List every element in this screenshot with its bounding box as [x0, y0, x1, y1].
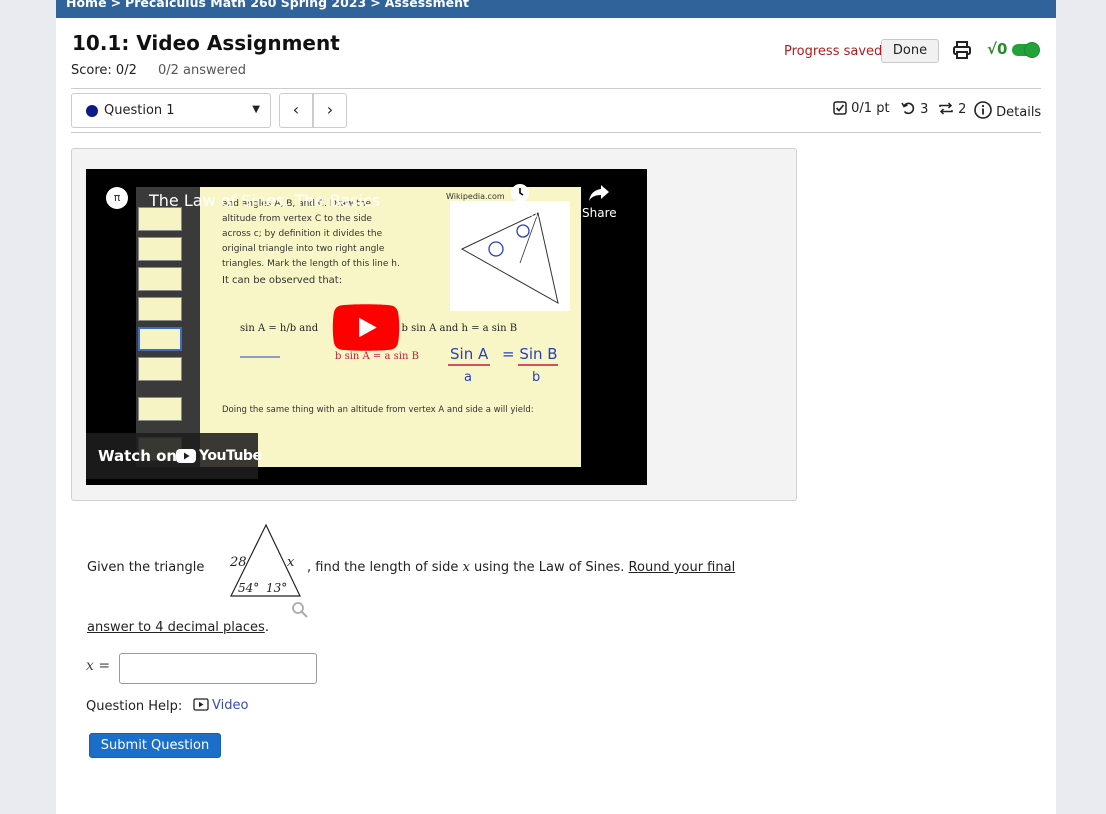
slide-thumbnails — [136, 187, 200, 467]
retry-icon — [901, 102, 915, 115]
question-period: . — [264, 620, 269, 635]
question-text: , find the length of side x using the La… — [307, 560, 735, 575]
svg-text:= b sin A and h = a sin B: = b sin A and h = a sin B — [390, 323, 517, 334]
question-text-line-2: answer to 4 decimal places. — [87, 620, 269, 635]
retries-count: 3 — [920, 102, 929, 117]
rounding-instruction-2: answer to 4 decimal places — [87, 620, 265, 635]
divider — [71, 132, 1041, 133]
progress-saved-status: Progress saved — [784, 44, 883, 59]
question-select-label: Question 1 — [104, 103, 175, 118]
answer-input[interactable] — [119, 653, 317, 684]
breadcrumb: Home > Precalculus Math 260 Spring 2023 > As… — [56, 0, 1056, 18]
watch-later-label: Watch later — [486, 206, 555, 220]
video-title[interactable]: The Law of Sines: The Basics — [149, 191, 380, 210]
slide-line: It can be observed that: — [222, 275, 343, 286]
slide-line: across c; by definition it divides the — [222, 229, 383, 239]
youtube-logo-icon — [176, 449, 196, 463]
retries-indicator: 3 — [901, 101, 928, 121]
tries-indicator: 2 — [938, 101, 966, 121]
points-indicator: 0/1 pt — [833, 101, 890, 121]
question-suffix-after: using the Law of Sines. — [474, 560, 625, 575]
tries-count: 2 — [958, 102, 967, 117]
breadcrumb-separator: > — [370, 0, 381, 10]
previous-question-button[interactable]: ‹ — [279, 93, 313, 128]
help-video-label: Video — [212, 698, 249, 713]
slide-thumbnail — [138, 297, 182, 321]
watch-on-youtube-button[interactable]: Watch on YouTube — [86, 433, 262, 479]
toggle-knob — [1024, 42, 1040, 58]
svg-text:Sin A: Sin A — [450, 345, 489, 363]
question-select[interactable]: Question 1 ▼ — [71, 93, 271, 128]
breadcrumb-separator: > — [110, 0, 122, 10]
score-text: Score: 0/2 — [71, 63, 137, 78]
details-label: Details — [996, 105, 1042, 120]
svg-text:a: a — [464, 370, 472, 385]
question-prefix: Given the triangle — [87, 560, 205, 575]
rounding-instruction-1: Round your final — [628, 560, 736, 575]
next-question-button[interactable]: › — [313, 93, 347, 128]
breadcrumb-home[interactable]: Home — [66, 0, 107, 10]
assessment-page: Home > Precalculus Math 260 Spring 2023 > As… — [56, 0, 1056, 814]
share-icon — [589, 185, 610, 201]
slide-thumbnail — [138, 327, 182, 351]
caret-down-icon: ▼ — [252, 104, 260, 115]
answer-label: x = — [86, 658, 111, 674]
math-entry-icon[interactable]: √0 — [987, 40, 1007, 58]
question-suffix: , find the length of side — [307, 560, 459, 575]
svg-text:b sin A = a sin B: b sin A = a sin B — [335, 351, 419, 362]
math-entry-toggle[interactable] — [1012, 42, 1040, 58]
slide-thumbnail — [138, 357, 182, 381]
watch-on-label: Watch on — [98, 447, 178, 465]
page-title: 10.1: Video Assignment — [72, 31, 340, 55]
info-icon — [974, 101, 992, 119]
question-status-dot — [86, 105, 98, 117]
svg-text:sin A = h/b and: sin A = h/b and — [240, 323, 319, 334]
checkbox-icon — [833, 101, 847, 115]
slide-thumbnail — [138, 267, 182, 291]
share-label: Share — [582, 206, 617, 220]
triangle-right-side: x — [287, 555, 295, 570]
slide-line: triangles. Mark the length of this line … — [222, 259, 400, 269]
play-icon[interactable] — [332, 304, 400, 351]
done-button[interactable]: Done — [881, 39, 939, 63]
svg-text:= Sin B: = Sin B — [502, 345, 558, 363]
slide-line: original triangle into two right angle — [222, 244, 385, 254]
svg-text:b: b — [532, 370, 540, 385]
answered-count: 0/2 answered — [158, 63, 246, 78]
print-icon[interactable] — [952, 40, 972, 60]
clock-icon — [511, 184, 530, 202]
slide-line: Doing the same thing with an altitude fr… — [222, 405, 534, 415]
slide-thumbnail — [138, 237, 182, 261]
share-button[interactable]: Share — [582, 183, 617, 220]
points-text: 0/1 pt — [851, 101, 890, 116]
slide-thumbnail — [138, 397, 182, 421]
question-help-label: Question Help: — [86, 699, 183, 714]
embedded-video[interactable]: and angles A, B, and C. Draw the altitud… — [86, 169, 647, 485]
question-variable: x — [462, 560, 470, 575]
video-container: and angles A, B, and C. Draw the altitud… — [71, 148, 797, 501]
breadcrumb-course[interactable]: Precalculus Math 260 Spring 2023 — [125, 0, 366, 10]
divider — [71, 88, 1041, 89]
triangle-left-side: 28 — [229, 555, 247, 570]
zoom-icon[interactable] — [291, 601, 309, 619]
submit-question-button[interactable]: Submit Question — [89, 733, 221, 758]
breadcrumb-assessment[interactable]: Assessment — [385, 0, 469, 10]
channel-logo[interactable]: π — [106, 187, 128, 209]
slide-line: altitude from vertex C to the side — [222, 214, 372, 224]
watch-later-button[interactable]: Watch later — [486, 183, 555, 220]
help-video-link[interactable]: Video — [193, 698, 248, 713]
triangle-right-angle: 13° — [266, 581, 287, 595]
youtube-label: YouTube — [199, 448, 262, 464]
repeat-icon — [939, 102, 953, 115]
slide-thumbnail — [138, 207, 182, 231]
details-button[interactable]: Details — [974, 101, 1041, 121]
video-icon — [193, 698, 209, 711]
triangle-left-angle: 54° — [238, 581, 259, 595]
